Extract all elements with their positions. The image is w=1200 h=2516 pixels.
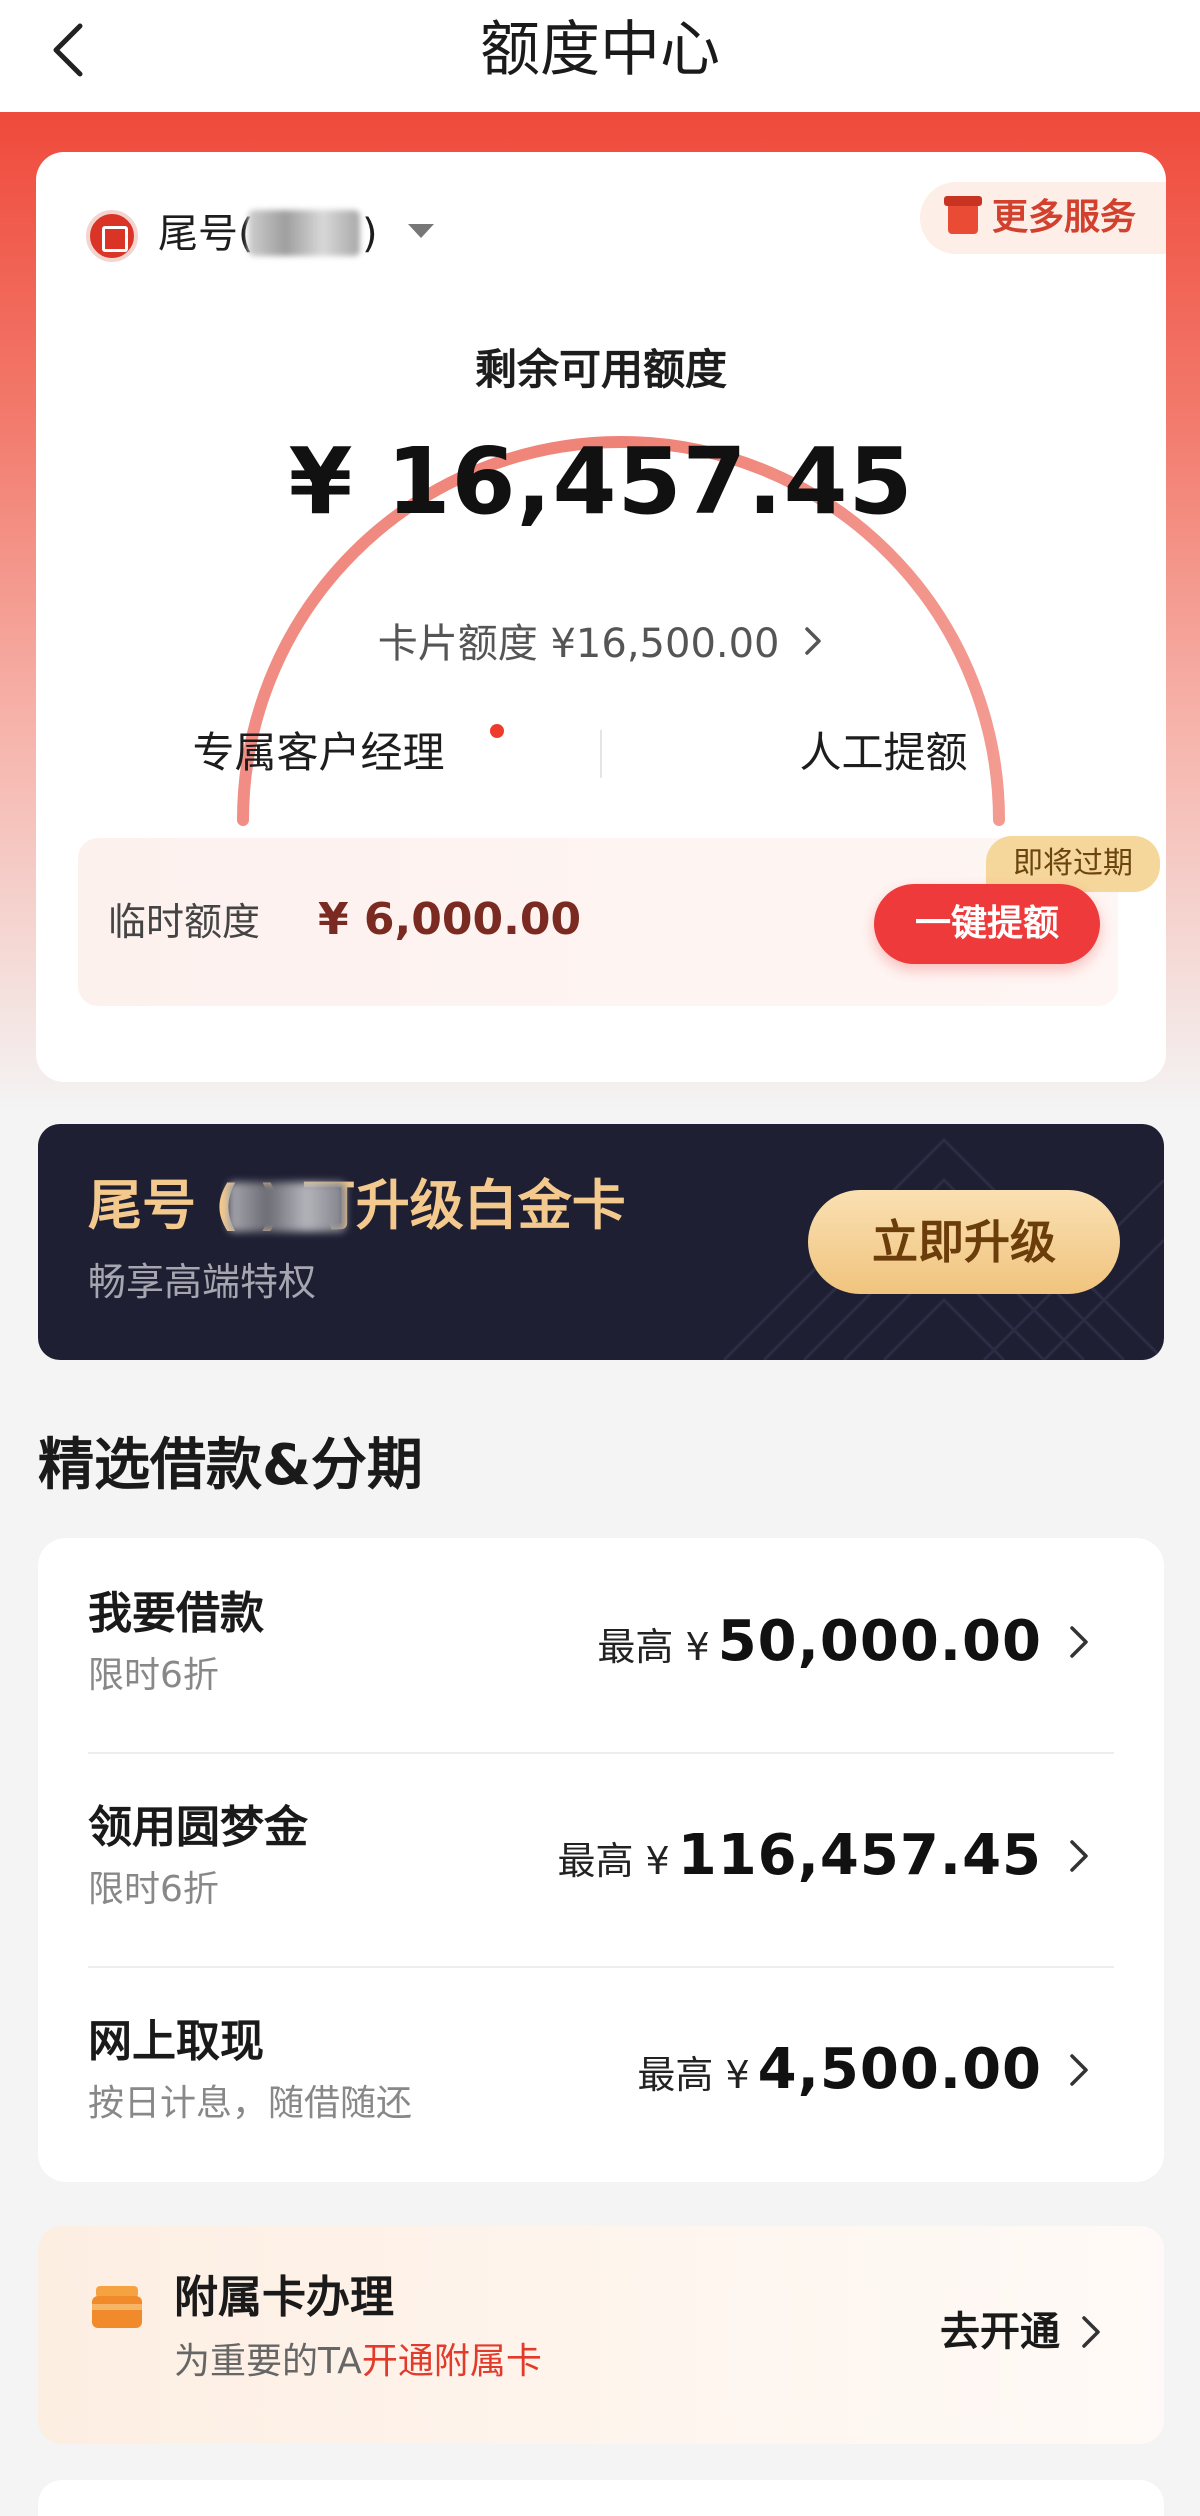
- gift-icon: [944, 196, 982, 234]
- loan-amount-prefix: 最高 ¥: [597, 1625, 710, 1669]
- masked-card-number: [248, 210, 360, 256]
- account-manager-button[interactable]: 专属客户经理: [36, 708, 601, 798]
- page-title: 额度中心: [480, 15, 720, 85]
- more-services-button[interactable]: 更多服务: [920, 182, 1166, 254]
- card-limit-link[interactable]: 卡片额度 ¥16,500.00: [36, 614, 1166, 674]
- desc-text: 为重要的TA: [174, 2341, 362, 2382]
- loan-row-dream-fund[interactable]: 领用圆梦金 限时6折 最高 ¥116,457.45: [38, 1752, 1164, 1966]
- loan-subtitle: 限时6折: [88, 1869, 219, 1910]
- loan-amount-value: 50,000.00: [717, 1609, 1042, 1674]
- upgrade-promo-banner[interactable]: 尾号 ( ) 可升级白金卡 畅享高端特权 立即升级: [38, 1124, 1164, 1360]
- loan-row-borrow[interactable]: 我要借款 限时6折 最高 ¥50,000.00: [38, 1538, 1164, 1752]
- remaining-credit-label: 剩余可用额度: [474, 345, 727, 394]
- account-manager-label: 专属客户经理: [192, 728, 445, 777]
- supplementary-card-title: 附属卡办理: [174, 2272, 394, 2323]
- notification-dot: [490, 724, 504, 738]
- loan-subtitle: 按日计息，随借随还: [88, 2083, 413, 2124]
- loan-max-amount: 最高 ¥116,457.45: [557, 1816, 1042, 1901]
- bank-logo-icon: [86, 210, 138, 262]
- credit-summary-card: 尾号( ) 更多服务 剩余可用额度 ¥ 16,457.45 卡片额度 ¥16,5…: [36, 152, 1166, 1082]
- loan-amount-prefix: 最高 ¥: [557, 1839, 670, 1883]
- chevron-right-icon: [1070, 1840, 1088, 1872]
- promo-subtitle: 畅享高端特权: [88, 1260, 317, 1304]
- loan-amount-prefix: 最高 ¥: [637, 2053, 750, 2097]
- loan-subtitle: 限时6折: [88, 1655, 219, 1696]
- chevron-right-icon: [1070, 1626, 1088, 1658]
- temporary-limit-label: 临时额度: [108, 900, 261, 944]
- more-services-label: 更多服务: [992, 197, 1137, 238]
- upgrade-now-button[interactable]: 立即升级: [808, 1190, 1120, 1294]
- card-stack-icon: [92, 2286, 142, 2328]
- chevron-right-icon: [1070, 2054, 1088, 2086]
- nav-bar: 额度中心: [0, 0, 1200, 112]
- card-tail-label[interactable]: 尾号(: [158, 204, 254, 264]
- loan-max-amount: 最高 ¥4,500.00: [637, 2030, 1042, 2115]
- loan-amount-value: 116,457.45: [677, 1823, 1042, 1888]
- loan-max-amount: 最高 ¥50,000.00: [597, 1602, 1042, 1687]
- caret-down-icon[interactable]: [408, 224, 434, 238]
- supplementary-card-row[interactable]: 附属卡办理 为重要的TA开通附属卡 去开通: [38, 2226, 1164, 2444]
- service-split-row: 专属客户经理 人工提额: [36, 708, 1166, 798]
- loan-list-card: 我要借款 限时6折 最高 ¥50,000.00 领用圆梦金 限时6折 最高 ¥1…: [38, 1538, 1164, 2182]
- manual-raise-label: 人工提额: [799, 728, 968, 777]
- desc-highlight: 开通附属卡: [361, 2341, 542, 2382]
- section-title: 精选借款&分期: [38, 1433, 423, 1498]
- loan-row-cash-withdrawal[interactable]: 网上取现 按日计息，随借随还 最高 ¥4,500.00: [38, 1966, 1164, 2180]
- card-tail-close: ): [362, 211, 378, 257]
- card-limit-text: 卡片额度 ¥16,500.00: [377, 621, 780, 667]
- one-click-raise-button[interactable]: 一键提额: [874, 884, 1100, 964]
- supplementary-card-desc: 为重要的TA开通附属卡: [174, 2334, 542, 2390]
- masked-card-number: [228, 1182, 346, 1232]
- loan-name: 网上取现: [88, 2016, 264, 2067]
- chevron-right-icon: [802, 614, 824, 674]
- loan-name: 领用圆梦金: [88, 1802, 308, 1853]
- open-supplementary-button[interactable]: 去开通: [940, 2302, 1060, 2362]
- manual-raise-button[interactable]: 人工提额: [601, 708, 1166, 798]
- loan-name: 我要借款: [88, 1588, 264, 1639]
- temporary-limit-amount: ¥ 6,000.00: [318, 894, 582, 945]
- promo-title: 尾号 ( ) 可升级白金卡: [88, 1174, 626, 1237]
- next-card-stub: [38, 2480, 1164, 2516]
- chevron-right-icon: [1082, 2316, 1100, 2348]
- loan-amount-value: 4,500.00: [757, 2037, 1042, 2102]
- remaining-credit-amount: ¥ 16,457.45: [288, 428, 914, 535]
